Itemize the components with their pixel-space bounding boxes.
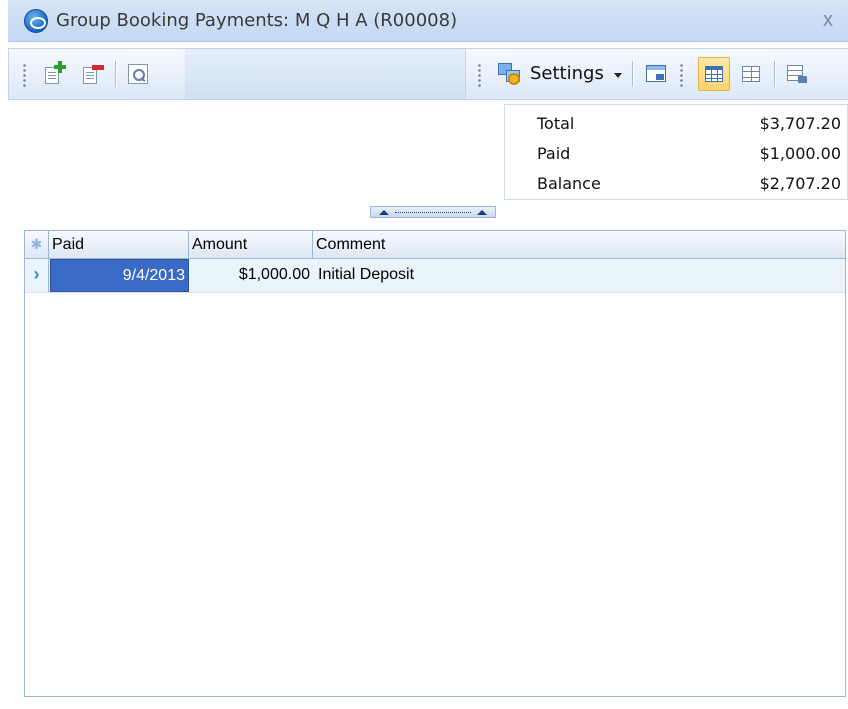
toolbar-separator: [774, 61, 775, 87]
summary-label: Paid: [537, 144, 571, 163]
collapse-up-icon: [477, 210, 487, 215]
delete-payment-button[interactable]: [79, 61, 105, 87]
summary-label: Balance: [537, 174, 601, 193]
chevron-down-icon: [614, 73, 622, 78]
summary-value: $1,000.00: [759, 144, 841, 163]
preview-icon: [128, 64, 148, 84]
grid-layout-icon: [705, 66, 723, 82]
toolbar-separator: [632, 61, 633, 87]
column-header-amount[interactable]: Amount: [189, 231, 313, 259]
view-toolbar: Settings: [466, 48, 848, 100]
grid-header: ✱ Paid Amount Comment: [25, 231, 845, 259]
column-header-comment[interactable]: Comment: [313, 231, 845, 259]
panel-splitter[interactable]: [370, 206, 496, 218]
window-icon: [646, 65, 666, 82]
columns-icon: [742, 66, 760, 82]
summary-row-paid: Paid $1,000.00: [505, 139, 847, 169]
payment-summary: Total $3,707.20 Paid $1,000.00 Balance $…: [504, 104, 848, 200]
add-payment-button[interactable]: [41, 61, 67, 87]
summary-row-balance: Balance $2,707.20: [505, 169, 847, 199]
table-row[interactable]: › 9/4/2013 $1,000.00 Initial Deposit: [25, 259, 845, 293]
minus-icon: [92, 65, 104, 70]
toolbar-grip[interactable]: [478, 63, 481, 87]
current-row-indicator-icon: ›: [25, 259, 49, 292]
new-row-icon[interactable]: ✱: [25, 231, 49, 259]
close-button[interactable]: x: [816, 6, 840, 34]
app-logo-icon: [24, 9, 48, 33]
cell-amount[interactable]: $1,000.00: [189, 259, 313, 292]
cell-comment[interactable]: Initial Deposit: [315, 259, 715, 292]
group-booking-payments-window: Group Booking Payments: M Q H A (R00008)…: [0, 0, 848, 709]
export-icon: [787, 65, 807, 83]
settings-dropdown-button[interactable]: Settings: [498, 59, 624, 89]
payments-grid[interactable]: ✱ Paid Amount Comment › 9/4/2013 $1,000.…: [24, 230, 846, 697]
column-header-paid[interactable]: Paid: [49, 231, 189, 259]
window-view-button[interactable]: [642, 61, 668, 87]
export-button[interactable]: [784, 61, 810, 87]
summary-label: Total: [537, 114, 575, 133]
window-title: Group Booking Payments: M Q H A (R00008): [56, 10, 458, 31]
settings-label: Settings: [530, 63, 604, 84]
plus-icon: [54, 61, 66, 73]
summary-value: $2,707.20: [759, 174, 841, 193]
collapse-up-icon: [379, 210, 389, 215]
preview-button[interactable]: [125, 61, 151, 87]
toolbar-separator: [115, 61, 116, 87]
settings-icon: [498, 63, 522, 85]
toolbar-grip[interactable]: [680, 63, 683, 87]
grid-layout-button[interactable]: [698, 57, 730, 91]
title-bar[interactable]: Group Booking Payments: M Q H A (R00008)…: [8, 0, 848, 42]
cell-paid-date[interactable]: 9/4/2013: [50, 259, 189, 292]
columns-button[interactable]: [738, 61, 764, 87]
toolbar-grip[interactable]: [23, 63, 26, 87]
summary-value: $3,707.20: [759, 114, 841, 133]
record-toolbar: [8, 48, 466, 100]
summary-row-total: Total $3,707.20: [505, 109, 847, 139]
splitter-grip: [395, 212, 471, 213]
